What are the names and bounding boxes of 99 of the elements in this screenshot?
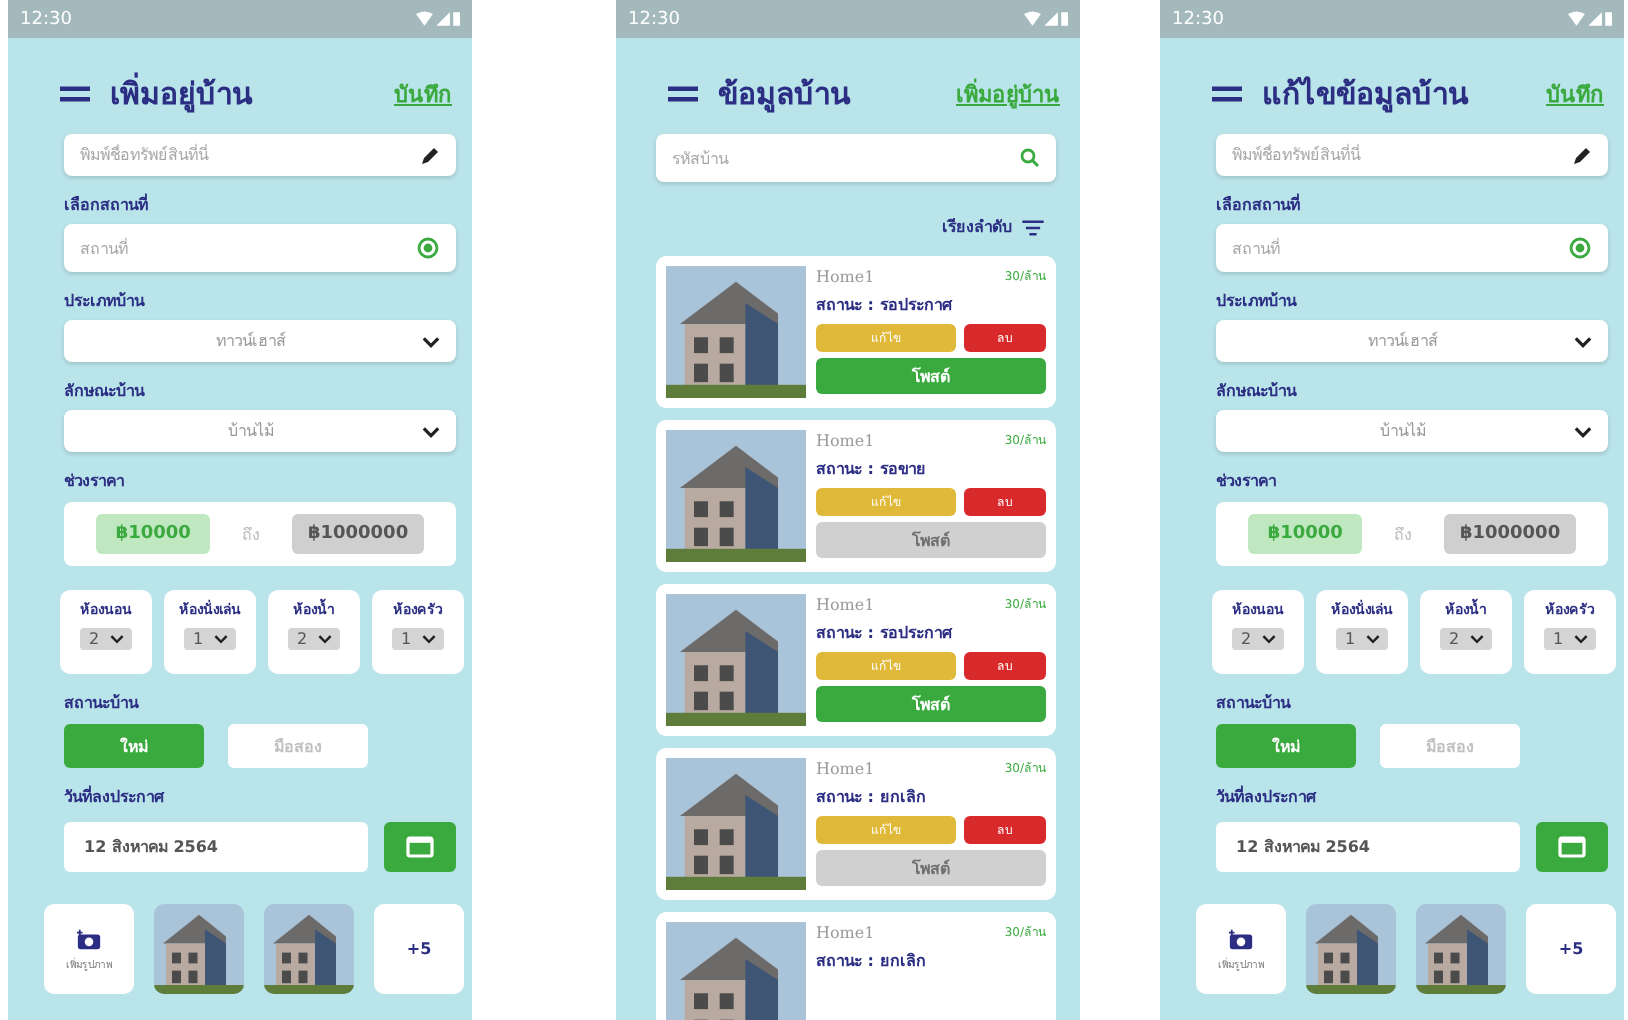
calendar-icon <box>1558 836 1586 858</box>
field-label: ลักษณะบ้าน <box>64 380 147 404</box>
chevron-down-icon <box>1261 634 1276 644</box>
house-photo <box>666 922 806 1020</box>
camera-icon <box>1228 927 1254 951</box>
chevron-down-icon <box>1469 634 1484 644</box>
field-label: ลักษณะบ้าน <box>1216 380 1299 404</box>
signal-icon <box>1024 10 1068 28</box>
room-count-dropdown[interactable]: 1 <box>184 628 236 650</box>
field-label: วันที่ลงประกาศ <box>64 784 167 810</box>
sort-icon[interactable] <box>1022 219 1044 235</box>
house-name: Home1 <box>816 595 875 613</box>
post-button[interactable]: โพสต์ <box>816 850 1046 886</box>
search-field[interactable]: รหัสบ้าน <box>656 134 1056 182</box>
screen-title: เพิ่มอยู่บ้าน <box>110 70 255 117</box>
field-label: ประเภทบ้าน <box>1216 290 1299 314</box>
house-photo <box>666 430 806 562</box>
menu-icon[interactable] <box>668 86 698 102</box>
house-type-dropdown[interactable]: ทาวน์เฮาส์ <box>1216 320 1608 362</box>
house-status: สถานะ : รอประกาศ <box>816 622 955 646</box>
pencil-icon <box>1572 145 1592 165</box>
name-field[interactable]: พิมพ์ชื่อทรัพย์สินที่นี่ <box>1216 134 1608 176</box>
field-label: สถานะบ้าน <box>64 692 141 716</box>
date-field[interactable]: 12 สิงหาคม 2564 <box>1216 822 1520 872</box>
field-label: ประเภทบ้าน <box>64 290 147 314</box>
house-name: Home1 <box>816 267 875 285</box>
house-photo <box>264 904 354 994</box>
chevron-down-icon <box>422 335 440 347</box>
status-time: 12:30 <box>1172 9 1224 29</box>
house-photo <box>666 266 806 398</box>
calendar-button[interactable] <box>1536 822 1608 872</box>
chevron-down-icon <box>421 634 436 644</box>
range-separator: ถึง <box>242 523 261 547</box>
house-photo <box>154 904 244 994</box>
room-count-dropdown[interactable]: 2 <box>80 628 132 650</box>
location-field[interactable]: สถานที่ <box>64 224 456 272</box>
calendar-button[interactable] <box>384 822 456 872</box>
pencil-icon <box>420 145 440 165</box>
sort-link[interactable]: เรียงลำดับ <box>942 214 1012 240</box>
room-count-dropdown[interactable]: 1 <box>1336 628 1388 650</box>
location-field[interactable]: สถานที่ <box>1216 224 1608 272</box>
screen-title: แก้ไขข้อมูลบ้าน <box>1262 74 1471 117</box>
chevron-down-icon <box>213 634 228 644</box>
calendar-icon <box>406 836 434 858</box>
chevron-down-icon <box>1573 634 1588 644</box>
max-price-field[interactable]: ฿1000000 <box>291 514 425 554</box>
menu-icon[interactable] <box>60 86 90 102</box>
chevron-down-icon <box>317 634 332 644</box>
more-photos-button[interactable]: +5 <box>374 904 464 994</box>
chevron-down-icon <box>1574 425 1592 437</box>
post-button[interactable]: โพสต์ <box>816 358 1046 394</box>
signal-icon <box>1568 10 1612 28</box>
status-time: 12:30 <box>628 9 680 29</box>
room-count-dropdown[interactable]: 2 <box>1232 628 1284 650</box>
house-status: สถานะ : รอประกาศ <box>816 294 955 318</box>
max-price-field[interactable]: ฿1000000 <box>1443 514 1577 554</box>
house-style-dropdown[interactable]: บ้านไม้ <box>1216 410 1608 452</box>
house-photo <box>1416 904 1506 994</box>
house-name: Home1 <box>816 431 875 449</box>
chevron-down-icon <box>1574 335 1592 347</box>
field-label: สถานะบ้าน <box>1216 692 1293 716</box>
house-status: สถานะ : ยกเลิก <box>816 786 928 810</box>
condition-option[interactable]: ใหม่ <box>64 724 204 768</box>
chevron-down-icon <box>1365 634 1380 644</box>
date-field[interactable]: 12 สิงหาคม 2564 <box>64 822 368 872</box>
signal-icon <box>416 10 460 28</box>
field-label: เลือกสถานที่ <box>1216 192 1302 218</box>
house-status: สถานะ : ยกเลิก <box>816 950 928 974</box>
screen-title: ข้อมูลบ้าน <box>718 74 853 117</box>
room-count-dropdown[interactable]: 2 <box>288 628 340 650</box>
house-status: สถานะ : รอขาย <box>816 458 928 482</box>
range-separator: ถึง <box>1394 523 1413 547</box>
field-label: ช่วงราคา <box>1216 470 1278 494</box>
house-name: Home1 <box>816 759 875 777</box>
chevron-down-icon <box>422 425 440 437</box>
house-photo <box>666 594 806 726</box>
chevron-down-icon <box>109 634 124 644</box>
field-label: เลือกสถานที่ <box>64 192 150 218</box>
status-time: 12:30 <box>20 9 72 29</box>
room-count-dropdown[interactable]: 1 <box>392 628 444 650</box>
field-label: ช่วงราคา <box>64 470 126 494</box>
menu-icon[interactable] <box>1212 86 1242 102</box>
room-count-dropdown[interactable]: 1 <box>1544 628 1596 650</box>
search-icon <box>1020 148 1040 168</box>
more-photos-button[interactable]: +5 <box>1526 904 1616 994</box>
post-button[interactable]: โพสต์ <box>816 522 1046 558</box>
location-target-icon <box>416 236 440 260</box>
condition-option[interactable]: ใหม่ <box>1216 724 1356 768</box>
location-target-icon <box>1568 236 1592 260</box>
house-type-dropdown[interactable]: ทาวน์เฮาส์ <box>64 320 456 362</box>
house-photo <box>666 758 806 890</box>
post-button[interactable]: โพสต์ <box>816 686 1046 722</box>
house-name: Home1 <box>816 923 875 941</box>
field-label: วันที่ลงประกาศ <box>1216 784 1319 810</box>
name-field[interactable]: พิมพ์ชื่อทรัพย์สินที่นี่ <box>64 134 456 176</box>
room-count-dropdown[interactable]: 2 <box>1440 628 1492 650</box>
house-style-dropdown[interactable]: บ้านไม้ <box>64 410 456 452</box>
camera-icon <box>76 927 102 951</box>
house-photo <box>1306 904 1396 994</box>
